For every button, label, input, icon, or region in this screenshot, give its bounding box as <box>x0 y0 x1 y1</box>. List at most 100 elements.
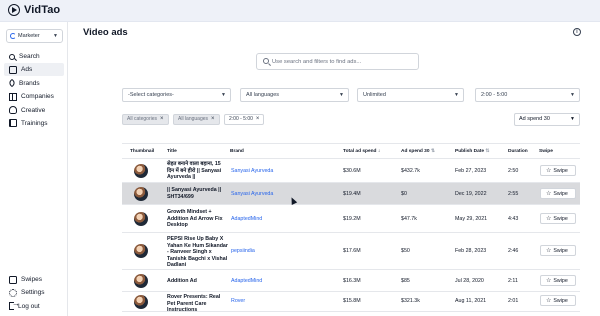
search-icon <box>9 53 15 60</box>
publish-date: Jul 28, 2020 <box>455 278 484 284</box>
duration-select-value: 2:00 - 5:00 <box>481 92 508 98</box>
sort-icon: ⇅ <box>485 149 490 154</box>
column-header-total[interactable]: Total ad spend ↓ <box>343 149 380 154</box>
table-row[interactable]: Growth Mindset + Addition Ad Arrow Fix D… <box>122 205 580 233</box>
star-icon: ☆ <box>546 297 552 304</box>
swipe-button[interactable]: ☆ Swipe <box>540 165 576 176</box>
column-header-spend30-label: Ad spend 30 <box>401 149 430 154</box>
table-header: Thumbnail Title Brand Total ad spend ↓ A… <box>122 143 580 159</box>
sidebar-item-search[interactable]: Search <box>4 50 64 63</box>
brand-link[interactable]: AdaptedMind <box>231 278 262 284</box>
info-icon[interactable]: i <box>573 28 581 36</box>
swipe-label: Swipe <box>553 297 568 304</box>
sidebar-item-trainings[interactable]: Trainings <box>4 117 64 130</box>
sort-select[interactable]: Ad spend 30 ▼ <box>514 113 580 126</box>
total-ad-spend: $17.6M <box>343 248 361 254</box>
publish-date: Feb 27, 2023 <box>455 168 487 174</box>
total-ad-spend: $19.2M <box>343 216 361 222</box>
table-row[interactable]: Rover Presents: Real Pet Parent Care Ins… <box>122 292 580 313</box>
brand-link[interactable]: pepsiindia <box>231 248 255 254</box>
table-row[interactable]: PEPSI Rise Up Baby X Yahan Ke Hum Sikand… <box>122 233 580 270</box>
total-ad-spend: $19.4M <box>343 191 361 197</box>
sort-desc-icon: ↓ <box>377 149 381 154</box>
sidebar-item-label: Trainings <box>21 119 48 127</box>
brand-link[interactable]: Sanyasi Ayurveda <box>231 168 273 174</box>
filter-chip-language[interactable]: All languages × <box>173 114 220 125</box>
ads-table: Thumbnail Title Brand Total ad spend ↓ A… <box>122 143 580 313</box>
sidebar-item-label: Creative <box>21 106 46 114</box>
duration-select[interactable]: 2:00 - 5:00 ▼ <box>475 88 580 102</box>
column-header-spend30[interactable]: Ad spend 30 ⇅ <box>401 149 435 154</box>
brand-link[interactable]: AdaptedMind <box>231 216 262 222</box>
ad-spend-30: $321.3k <box>401 298 420 304</box>
table-row[interactable]: सेहत बनाने वाला बहाना, 15 दिन में बने ही… <box>122 159 580 183</box>
sidebar-item-label: Brands <box>19 79 40 87</box>
chip-label: All languages <box>178 116 209 122</box>
sort-select-value: Ad spend 30 <box>519 116 550 122</box>
video-thumbnail[interactable] <box>134 244 148 258</box>
ad-title: PEPSI Rise Up Baby X Yahan Ke Hum Sikand… <box>167 236 228 269</box>
table-row[interactable]: Addition Ad AdaptedMind $16.3M $85 Jul 2… <box>122 270 580 292</box>
publish-date: May 29, 2021 <box>455 216 488 222</box>
category-select[interactable]: -Select categories- ▼ <box>122 88 231 102</box>
chip-label: 2:00 - 5:00 <box>229 116 253 122</box>
video-thumbnail[interactable] <box>134 187 148 201</box>
ads-icon <box>9 65 17 74</box>
sidebar-item-label: Ads <box>21 66 33 74</box>
language-select[interactable]: All languages ▼ <box>240 88 349 102</box>
sidebar-item-creative[interactable]: Creative <box>4 104 64 117</box>
chip-label: All categories <box>127 116 158 122</box>
gear-icon <box>9 288 17 297</box>
ad-title: सेहत बनाने वाला बहाना, 15 दिन में बने ही… <box>167 161 222 181</box>
video-thumbnail[interactable] <box>134 212 148 226</box>
sidebar-item-ads[interactable]: Ads <box>4 63 64 77</box>
sidebar-item-logout[interactable]: Log out <box>4 299 64 313</box>
sidebar-item-companies[interactable]: Companies <box>4 90 64 103</box>
ad-spend-30: $50 <box>401 248 410 254</box>
star-icon: ☆ <box>546 190 552 197</box>
logout-icon <box>9 299 20 311</box>
duration: 2:46 <box>508 248 519 254</box>
chevron-down-icon: ▼ <box>339 92 344 98</box>
close-icon[interactable]: × <box>160 115 164 124</box>
top-bar: VidTao <box>0 0 600 22</box>
app-logo[interactable]: VidTao <box>8 4 60 16</box>
swipe-label: Swipe <box>553 277 568 284</box>
video-thumbnail[interactable] <box>134 164 148 178</box>
swipe-button[interactable]: ☆ Swipe <box>540 213 576 224</box>
brand-link[interactable]: Rover <box>231 298 245 304</box>
search-icon <box>263 58 269 64</box>
swipe-button[interactable]: ☆ Swipe <box>540 275 576 286</box>
sidebar-item-settings[interactable]: Settings <box>4 286 64 299</box>
column-header-date[interactable]: Publish Date ⇅ <box>455 149 489 154</box>
star-icon: ☆ <box>546 215 552 222</box>
swipe-button[interactable]: ☆ Swipe <box>540 245 576 256</box>
sidebar-bottom-nav: Swipes Settings Log out <box>4 273 64 313</box>
limit-select[interactable]: Unlimited ▼ <box>357 88 464 102</box>
role-select[interactable]: Marketer ▼ <box>6 29 63 43</box>
chevron-down-icon: ▼ <box>570 92 575 98</box>
play-logo-icon <box>8 4 20 16</box>
video-thumbnail[interactable] <box>134 295 148 309</box>
filter-chip-category[interactable]: All categories × <box>122 114 169 125</box>
chevron-down-icon: ▼ <box>221 92 226 98</box>
search-input[interactable] <box>272 55 412 68</box>
column-header-total-label: Total ad spend <box>343 149 377 154</box>
ad-spend-30: $85 <box>401 278 410 284</box>
chevron-down-icon: ▼ <box>570 116 575 122</box>
close-icon[interactable]: × <box>256 115 260 124</box>
table-row[interactable]: || Sanyasi Ayurveda || SHT34/699 Sanyasi… <box>122 183 580 205</box>
video-thumbnail[interactable] <box>134 274 148 288</box>
filter-chip-duration[interactable]: 2:00 - 5:00 × <box>224 114 265 125</box>
sidebar-item-swipes[interactable]: Swipes <box>4 273 64 286</box>
sort-icon: ⇅ <box>430 149 435 154</box>
column-header-duration: Duration <box>508 149 528 154</box>
close-icon[interactable]: × <box>211 115 215 124</box>
brand-link[interactable]: Sanyasi Ayurveda <box>231 191 273 197</box>
sidebar-item-brands[interactable]: Brands <box>4 77 64 90</box>
swipe-label: Swipe <box>553 190 568 197</box>
swipe-button[interactable]: ☆ Swipe <box>540 188 576 199</box>
swipe-button[interactable]: ☆ Swipe <box>540 295 576 306</box>
app-name: VidTao <box>24 4 61 16</box>
swipe-label: Swipe <box>553 167 568 174</box>
